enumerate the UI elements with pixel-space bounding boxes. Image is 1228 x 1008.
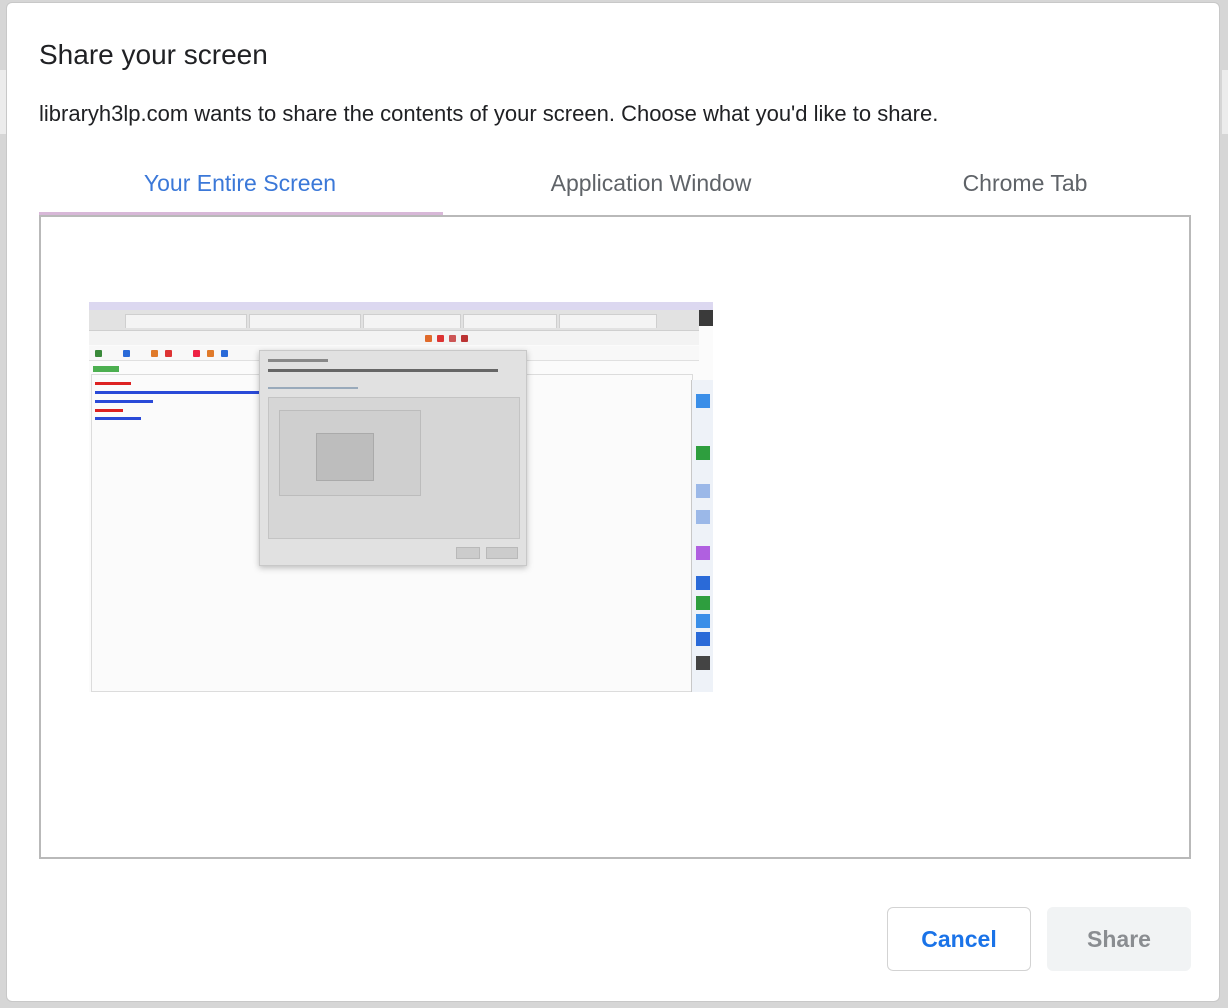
thumbnail-bookmark-icon (221, 350, 228, 357)
thumbnail-text-line (95, 382, 131, 385)
thumbnail-menubar (89, 302, 713, 310)
thumbnail-nested-dialog (316, 433, 374, 481)
thumbnail-sidebar-tile (696, 576, 710, 590)
thumbnail-sidebar-tile (696, 596, 710, 610)
thumbnail-dialog-preview (268, 397, 520, 539)
thumbnail-sidebar-tile (696, 546, 710, 560)
entire-screen-thumbnail[interactable] (89, 302, 713, 692)
thumbnail-nested-screen (279, 410, 421, 496)
thumbnail-text-line (95, 391, 265, 394)
thumbnail-browser-tab (363, 314, 461, 328)
backdrop-strip-top-right (1222, 70, 1228, 134)
thumbnail-dialog-button (456, 547, 480, 559)
thumbnail-right-sidebar (691, 380, 713, 692)
tab-application-window[interactable]: Application Window (441, 163, 861, 215)
thumbnail-sidebar-tile (696, 446, 710, 460)
thumbnail-toolbar-icon (461, 335, 468, 342)
thumbnail-dialog-title-line (268, 359, 328, 362)
thumbnail-text-line (95, 409, 123, 412)
thumbnail-bookmark-icon (151, 350, 158, 357)
thumbnail-share-dialog (259, 350, 527, 566)
dialog-subtitle: libraryh3lp.com wants to share the conte… (39, 101, 939, 126)
thumbnail-sidebar-tile (696, 614, 710, 628)
cancel-button[interactable]: Cancel (887, 907, 1031, 971)
thumbnail-browser-tab (463, 314, 557, 328)
thumbnail-bookmark-icon (123, 350, 130, 357)
thumbnail-dialog-tab-line (268, 387, 358, 389)
thumbnail-bookmark-icon (165, 350, 172, 357)
share-screen-dialog: Share your screen libraryh3lp.com wants … (6, 2, 1220, 1002)
tab-your-entire-screen[interactable]: Your Entire Screen (39, 163, 441, 215)
screen-source-panel (39, 215, 1191, 859)
thumbnail-toolbar-icon (449, 335, 456, 342)
thumbnail-browser-tab (249, 314, 361, 328)
thumbnail-text-line (95, 400, 153, 403)
thumbnail-toolbar-icon (425, 335, 432, 342)
thumbnail-sidebar-tile (696, 656, 710, 670)
thumbnail-dark-corner (699, 310, 713, 326)
thumbnail-tabstrip (89, 310, 699, 331)
thumbnail-browser-tab (125, 314, 247, 328)
thumbnail-sidebar-tile (696, 510, 710, 524)
thumbnail-green-tag (93, 366, 119, 372)
thumbnail-sidebar-tile (696, 484, 710, 498)
thumbnail-toolbar-icon (437, 335, 444, 342)
thumbnail-bookmark-icon (95, 350, 102, 357)
thumbnail-text-line (95, 417, 141, 420)
thumbnail-bookmark-icon (207, 350, 214, 357)
thumbnail-dialog-button (486, 547, 518, 559)
thumbnail-dialog-subtitle-line (268, 369, 498, 372)
thumbnail-bookmark-icon (193, 350, 200, 357)
tab-chrome-tab[interactable]: Chrome Tab (861, 163, 1189, 215)
thumbnail-browser-tab (559, 314, 657, 328)
thumbnail-sidebar-tile (696, 394, 710, 408)
thumbnail-toolbar (89, 331, 699, 345)
dialog-title: Share your screen (39, 39, 268, 70)
thumbnail-sidebar-tile (696, 632, 710, 646)
share-button[interactable]: Share (1047, 907, 1191, 971)
